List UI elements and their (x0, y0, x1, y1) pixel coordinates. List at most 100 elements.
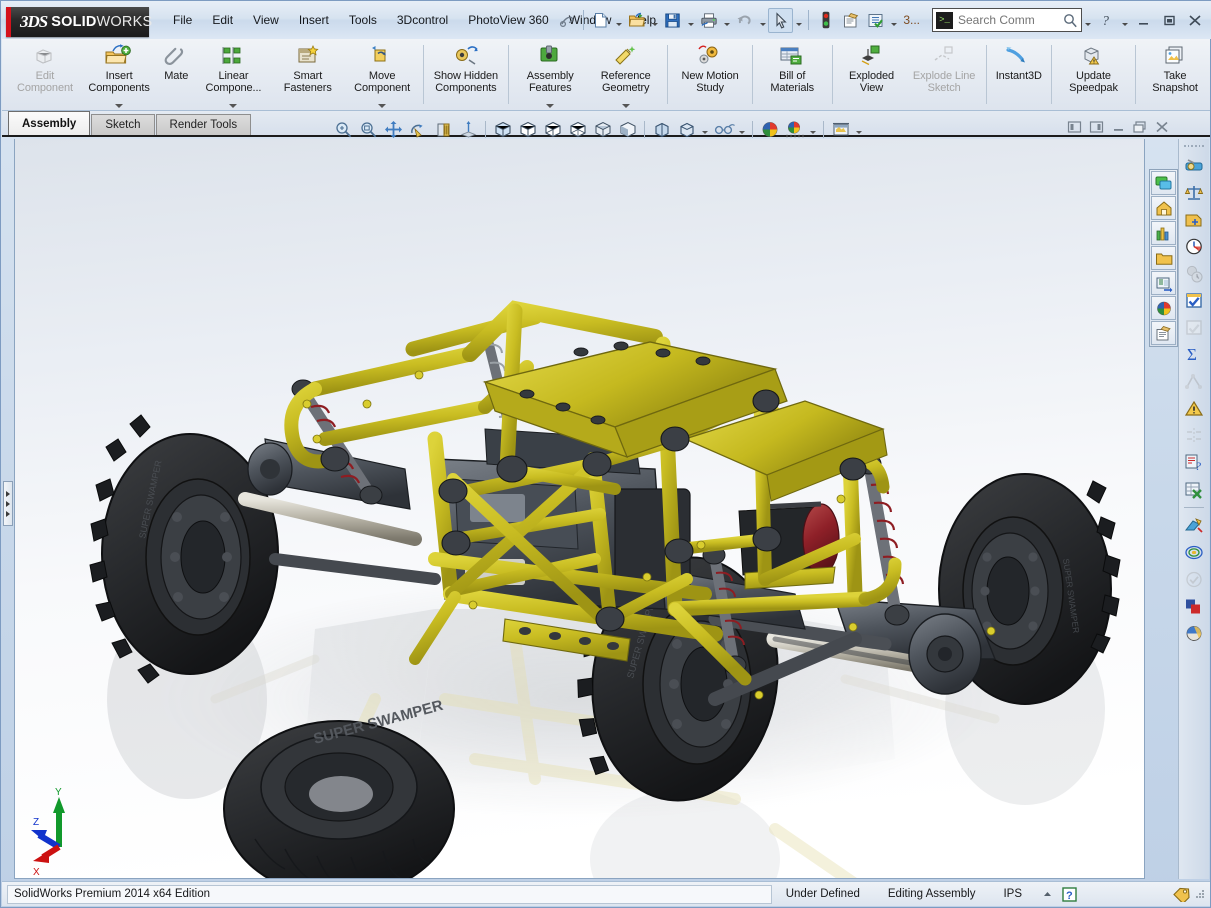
display-style-shaded-icon[interactable] (590, 118, 615, 140)
export-spreadsheet-icon[interactable] (1181, 476, 1207, 502)
check-marked-box-icon[interactable] (1181, 287, 1207, 313)
ribbon-button-reference-geometry[interactable]: Reference Geometry (588, 39, 663, 110)
close-viewport-icon[interactable] (1152, 118, 1172, 136)
undo-arrow-icon[interactable] (732, 8, 757, 33)
search-input[interactable] (953, 13, 1063, 27)
ribbon-button-assembly-features[interactable]: Assembly Features (513, 39, 588, 110)
search-dropdown[interactable] (1082, 8, 1093, 33)
scene-backdrop-icon[interactable] (782, 118, 807, 140)
check-empty-box-icon[interactable] (1181, 314, 1207, 340)
resize-grip-icon[interactable] (1194, 888, 1206, 900)
scene-dropdown[interactable] (807, 118, 819, 140)
menu-item-tools[interactable]: Tools (339, 8, 387, 32)
print-dropdown[interactable] (721, 8, 732, 33)
cursor-arrow-icon[interactable] (768, 7, 794, 33)
help-dropdown[interactable] (1119, 8, 1130, 33)
tag-icon[interactable] (1170, 885, 1192, 904)
open-folder-icon[interactable] (624, 8, 649, 33)
expand-feature-tree-handle[interactable] (3, 481, 13, 526)
tab-assembly[interactable]: Assembly (8, 111, 91, 135)
warning-triangle-icon[interactable] (1181, 395, 1207, 421)
performance-evaluation-icon[interactable] (1181, 260, 1207, 286)
equations-sigma-icon[interactable]: Σ (1181, 341, 1207, 367)
view-settings-icon[interactable] (711, 118, 736, 140)
zoom-to-area-icon[interactable] (356, 118, 381, 140)
home-tab-icon[interactable] (1151, 196, 1176, 220)
section-view-icon[interactable] (431, 118, 456, 140)
viewport-layout-icon[interactable] (828, 118, 853, 140)
comments-panel-icon[interactable] (1151, 171, 1176, 195)
ribbon-button-exploded-view[interactable]: Exploded View (837, 39, 907, 110)
sensor-clock-icon[interactable] (1181, 233, 1207, 259)
ribbon-dropdown-arrow[interactable] (115, 104, 124, 108)
ribbon-button-show-hidden-components[interactable]: Show Hidden Components (428, 39, 503, 110)
ribbon-button-edit-component[interactable]: Edit Component (8, 39, 82, 110)
view-orientation-icon[interactable] (456, 118, 481, 140)
menu-item-edit[interactable]: Edit (202, 8, 243, 32)
rotate-view-icon[interactable] (406, 118, 431, 140)
edit-appearance-icon[interactable] (674, 118, 699, 140)
help-question-icon[interactable]: ? (1058, 885, 1080, 904)
display-options-dropdown[interactable] (699, 118, 711, 140)
save-disk-icon[interactable] (660, 8, 685, 33)
appearance-sphere-icon[interactable] (757, 118, 782, 140)
options-dropdown[interactable] (888, 8, 899, 33)
zoom-to-fit-icon[interactable] (331, 118, 356, 140)
split-vertical-icon[interactable] (1064, 118, 1084, 136)
validation-check-icon[interactable] (1181, 566, 1207, 592)
ribbon-button-instant3d[interactable]: Instant3D (991, 39, 1047, 110)
ribbon-dropdown-arrow[interactable] (621, 104, 630, 108)
ribbon-dropdown-arrow[interactable] (546, 104, 555, 108)
minimize-viewport-icon[interactable] (1108, 118, 1128, 136)
menu-item-3dcontrol[interactable]: 3Dcontrol (387, 8, 458, 32)
traffic-light-icon[interactable] (813, 8, 838, 33)
swoosh-icon[interactable] (554, 8, 579, 33)
menu-item-insert[interactable]: Insert (289, 8, 339, 32)
ribbon-button-take-snapshot[interactable]: Take Snapshot (1140, 39, 1210, 110)
custom-properties-icon[interactable] (1151, 321, 1176, 345)
menu-item-view[interactable]: View (243, 8, 289, 32)
pan-icon[interactable] (381, 118, 406, 140)
ribbon-button-explode-line-sketch[interactable]: Explode Line Sketch (906, 39, 981, 110)
viewport-layout-dropdown[interactable] (853, 118, 865, 140)
measure-tape-icon[interactable] (1181, 152, 1207, 178)
flow-simulation-icon[interactable] (1181, 512, 1207, 538)
status-units[interactable]: IPS (989, 888, 1036, 900)
restore-viewport-icon[interactable] (1130, 118, 1150, 136)
ribbon-dropdown-arrow[interactable] (229, 104, 238, 108)
file-explorer-icon[interactable] (1151, 246, 1176, 270)
ribbon-button-move-component[interactable]: Move Component (345, 39, 419, 110)
target-analysis-icon[interactable] (1181, 539, 1207, 565)
menu-item-file[interactable]: File (163, 8, 202, 32)
display-style-shaded-with-edges-icon[interactable] (490, 118, 515, 140)
geometry-analysis-icon[interactable] (1181, 368, 1207, 394)
display-style-hidden-lines-visible-icon[interactable] (515, 118, 540, 140)
help-question-icon[interactable]: ? (1093, 9, 1119, 31)
search-commands-box[interactable]: >_ (932, 8, 1082, 32)
display-style-draft-quality-icon[interactable] (615, 118, 640, 140)
new-file-icon[interactable] (588, 8, 613, 33)
symmetry-check-icon[interactable] (1181, 422, 1207, 448)
minimize-icon[interactable] (1130, 9, 1156, 31)
view-palette-icon[interactable] (1151, 271, 1176, 295)
tab-sketch[interactable]: Sketch (91, 114, 155, 135)
printer-icon[interactable] (696, 8, 721, 33)
ribbon-button-linear-component-pattern[interactable]: Linear Compone... (196, 39, 270, 110)
open-file-dropdown[interactable] (649, 8, 660, 33)
split-horizontal-icon[interactable] (1086, 118, 1106, 136)
interference-detect-icon[interactable] (1181, 593, 1207, 619)
undo-dropdown[interactable] (757, 8, 768, 33)
save-file-dropdown[interactable] (685, 8, 696, 33)
ribbon-button-insert-components[interactable]: Insert Components (82, 39, 156, 110)
ribbon-button-update-speedpak[interactable]: Update Speedpak (1056, 39, 1131, 110)
toolbar-grip[interactable] (1183, 143, 1205, 149)
new-file-dropdown[interactable] (613, 8, 624, 33)
display-style-hidden-lines-removed-icon[interactable] (540, 118, 565, 140)
ribbon-dropdown-arrow[interactable] (378, 104, 387, 108)
caret-up-icon[interactable] (1036, 885, 1058, 904)
graphics-viewport[interactable]: SUPER SWAMPER SUPER SWAMPER SUPER SWAMPE… (14, 139, 1145, 879)
properties-notepad-icon[interactable] (838, 8, 863, 33)
ribbon-button-new-motion-study[interactable]: New Motion Study (672, 39, 747, 110)
ribbon-button-bill-of-materials[interactable]: Bill of Materials (757, 39, 828, 110)
restore-icon[interactable] (1156, 9, 1182, 31)
